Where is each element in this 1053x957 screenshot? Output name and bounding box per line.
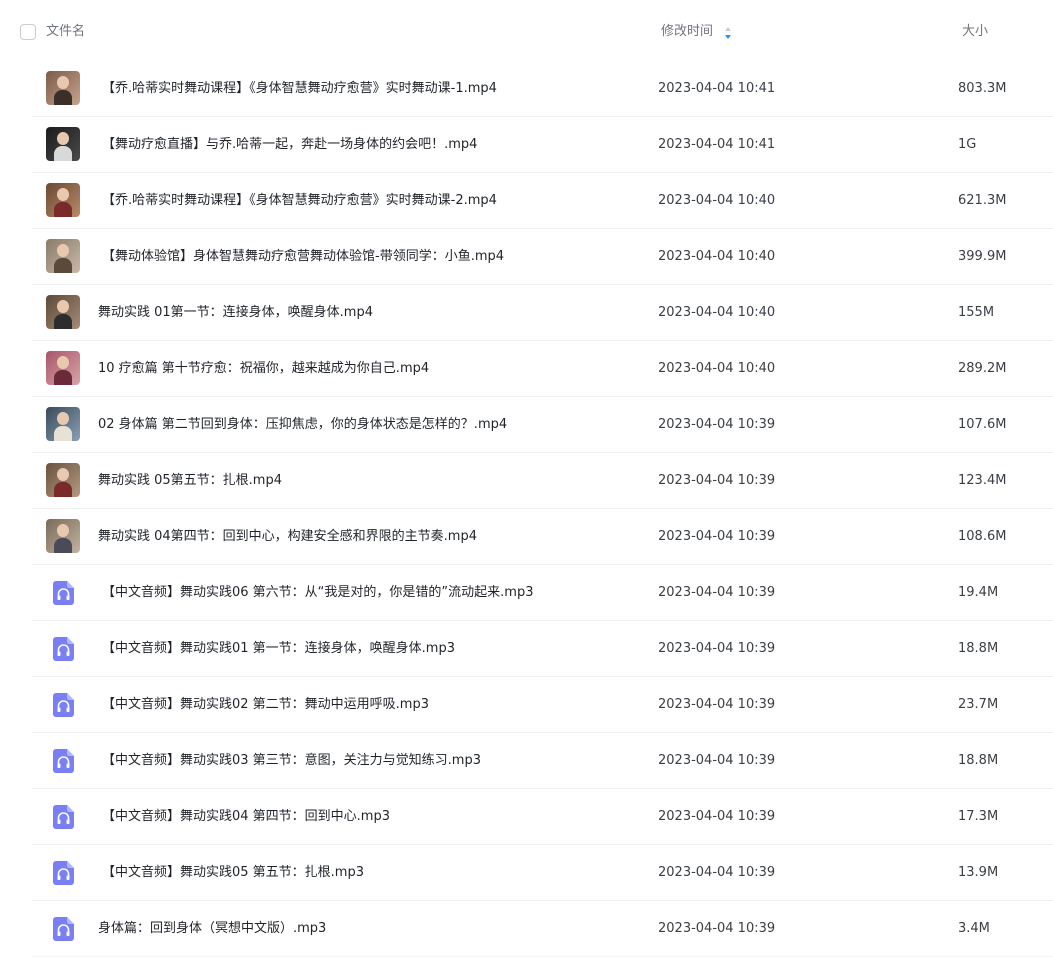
video-thumbnail xyxy=(46,127,80,161)
file-size: 155M xyxy=(958,305,995,320)
file-row[interactable]: 10 疗愈篇 第十节疗愈：祝福你，越来越成为你自己.mp4 2023-04-04 … xyxy=(0,341,1053,397)
video-thumbnail xyxy=(46,71,80,105)
file-size: 123.4M xyxy=(958,473,1007,488)
file-name[interactable]: 舞动实践 05第五节：扎根.mp4 xyxy=(98,472,282,490)
file-row[interactable]: 舞动实践 05第五节：扎根.mp4 2023-04-04 10:39 123.4M xyxy=(0,453,1053,509)
file-row[interactable]: 【中文音频】舞动实践06 第六节：从“我是对的，你是错的”流动起来.mp3 202… xyxy=(0,565,1053,621)
video-thumbnail xyxy=(46,519,80,553)
file-size: 289.2M xyxy=(958,361,1007,376)
file-size: 399.9M xyxy=(958,249,1007,264)
video-thumbnail xyxy=(46,295,80,329)
file-name[interactable]: 10 疗愈篇 第十节疗愈：祝福你，越来越成为你自己.mp4 xyxy=(98,360,429,378)
file-name[interactable]: 【中文音频】舞动实践02 第二节：舞动中运用呼吸.mp3 xyxy=(102,696,429,714)
modified-time: 2023-04-04 10:41 xyxy=(658,81,776,96)
video-thumbnail xyxy=(46,351,80,385)
audio-file-icon xyxy=(53,805,74,829)
video-thumbnail xyxy=(46,239,80,273)
file-name[interactable]: 身体篇：回到身体（冥想中文版）.mp3 xyxy=(98,920,326,938)
file-name[interactable]: 【中文音频】舞动实践01 第一节：连接身体，唤醒身体.mp3 xyxy=(102,640,455,658)
file-size: 1G xyxy=(958,137,977,152)
modified-time: 2023-04-04 10:40 xyxy=(658,361,776,376)
video-thumbnail xyxy=(46,463,80,497)
file-name[interactable]: 【中文音频】舞动实践03 第三节：意图，关注力与觉知练习.mp3 xyxy=(102,752,481,770)
column-header-name[interactable]: 文件名 xyxy=(46,24,85,40)
audio-file-icon xyxy=(53,637,74,661)
audio-file-icon xyxy=(53,581,74,605)
audio-file-icon xyxy=(53,693,74,717)
file-size: 17.3M xyxy=(958,809,999,824)
file-size: 18.8M xyxy=(958,753,999,768)
file-name[interactable]: 【舞动体验馆】身体智慧舞动疗愈营舞动体验馆-带领同学：小鱼.mp4 xyxy=(102,248,504,266)
file-row[interactable]: 【乔.哈蒂实时舞动课程】《身体智慧舞动疗愈营》实时舞动课-2.mp4 2023-0… xyxy=(0,173,1053,229)
file-row[interactable]: 身体篇：回到身体（冥想中文版）.mp3 2023-04-04 10:39 3.4M xyxy=(0,901,1053,957)
file-row[interactable]: 【中文音频】舞动实践04 第四节：回到中心.mp3 2023-04-04 10:3… xyxy=(0,789,1053,845)
audio-file-icon xyxy=(53,917,74,941)
modified-time: 2023-04-04 10:39 xyxy=(658,921,776,936)
modified-time: 2023-04-04 10:40 xyxy=(658,249,776,264)
file-row[interactable]: 舞动实践 04第四节：回到中心，构建安全感和界限的主节奏.mp4 2023-04-… xyxy=(0,509,1053,565)
file-list-header: 文件名 修改时间 大小 xyxy=(0,0,1053,64)
modified-time: 2023-04-04 10:39 xyxy=(658,529,776,544)
column-header-size[interactable]: 大小 xyxy=(962,24,988,40)
file-row[interactable]: 【中文音频】舞动实践05 第五节：扎根.mp3 2023-04-04 10:39 1… xyxy=(0,845,1053,901)
file-row[interactable]: 02 身体篇 第二节回到身体：压抑焦虑，你的身体状态是怎样的？.mp4 2023-… xyxy=(0,397,1053,453)
file-row[interactable]: 【乔.哈蒂实时舞动课程】《身体智慧舞动疗愈营》实时舞动课-1.mp4 2023-0… xyxy=(0,61,1053,117)
file-name[interactable]: 02 身体篇 第二节回到身体：压抑焦虑，你的身体状态是怎样的？.mp4 xyxy=(98,416,507,434)
file-name[interactable]: 舞动实践 01第一节：连接身体，唤醒身体.mp4 xyxy=(98,304,373,322)
modified-time: 2023-04-04 10:39 xyxy=(658,473,776,488)
column-header-time[interactable]: 修改时间 xyxy=(661,24,713,40)
sort-arrows-icon[interactable] xyxy=(724,26,732,40)
file-name[interactable]: 【中文音频】舞动实践06 第六节：从“我是对的，你是错的”流动起来.mp3 xyxy=(102,584,533,602)
video-thumbnail xyxy=(46,183,80,217)
file-name[interactable]: 【舞动疗愈直播】与乔.哈蒂一起，奔赴一场身体的约会吧！.mp4 xyxy=(102,136,477,154)
file-size: 107.6M xyxy=(958,417,1007,432)
modified-time: 2023-04-04 10:39 xyxy=(658,865,776,880)
file-size: 23.7M xyxy=(958,697,999,712)
file-size: 108.6M xyxy=(958,529,1007,544)
audio-file-icon xyxy=(53,749,74,773)
video-thumbnail xyxy=(46,407,80,441)
file-row[interactable]: 【中文音频】舞动实践03 第三节：意图，关注力与觉知练习.mp3 2023-04-… xyxy=(0,733,1053,789)
file-row[interactable]: 【舞动体验馆】身体智慧舞动疗愈营舞动体验馆-带领同学：小鱼.mp4 2023-04… xyxy=(0,229,1053,285)
file-row[interactable]: 【舞动疗愈直播】与乔.哈蒂一起，奔赴一场身体的约会吧！.mp4 2023-04-0… xyxy=(0,117,1053,173)
file-size: 13.9M xyxy=(958,865,999,880)
select-all-checkbox[interactable] xyxy=(20,24,36,40)
file-size: 621.3M xyxy=(958,193,1007,208)
modified-time: 2023-04-04 10:39 xyxy=(658,641,776,656)
modified-time: 2023-04-04 10:39 xyxy=(658,585,776,600)
modified-time: 2023-04-04 10:41 xyxy=(658,137,776,152)
file-size: 18.8M xyxy=(958,641,999,656)
file-name[interactable]: 【乔.哈蒂实时舞动课程】《身体智慧舞动疗愈营》实时舞动课-1.mp4 xyxy=(102,80,497,98)
file-row[interactable]: 舞动实践 01第一节：连接身体，唤醒身体.mp4 2023-04-04 10:40… xyxy=(0,285,1053,341)
file-size: 3.4M xyxy=(958,921,990,936)
file-size: 19.4M xyxy=(958,585,999,600)
modified-time: 2023-04-04 10:39 xyxy=(658,809,776,824)
file-row[interactable]: 【中文音频】舞动实践02 第二节：舞动中运用呼吸.mp3 2023-04-04 1… xyxy=(0,677,1053,733)
audio-file-icon xyxy=(53,861,74,885)
modified-time: 2023-04-04 10:39 xyxy=(658,697,776,712)
modified-time: 2023-04-04 10:40 xyxy=(658,193,776,208)
file-name[interactable]: 【中文音频】舞动实践04 第四节：回到中心.mp3 xyxy=(102,808,390,826)
modified-time: 2023-04-04 10:39 xyxy=(658,417,776,432)
file-row[interactable]: 【中文音频】舞动实践01 第一节：连接身体，唤醒身体.mp3 2023-04-04… xyxy=(0,621,1053,677)
file-name[interactable]: 【乔.哈蒂实时舞动课程】《身体智慧舞动疗愈营》实时舞动课-2.mp4 xyxy=(102,192,497,210)
file-name[interactable]: 舞动实践 04第四节：回到中心，构建安全感和界限的主节奏.mp4 xyxy=(98,528,477,546)
modified-time: 2023-04-04 10:40 xyxy=(658,305,776,320)
file-name[interactable]: 【中文音频】舞动实践05 第五节：扎根.mp3 xyxy=(102,864,364,882)
modified-time: 2023-04-04 10:39 xyxy=(658,753,776,768)
file-size: 803.3M xyxy=(958,81,1007,96)
